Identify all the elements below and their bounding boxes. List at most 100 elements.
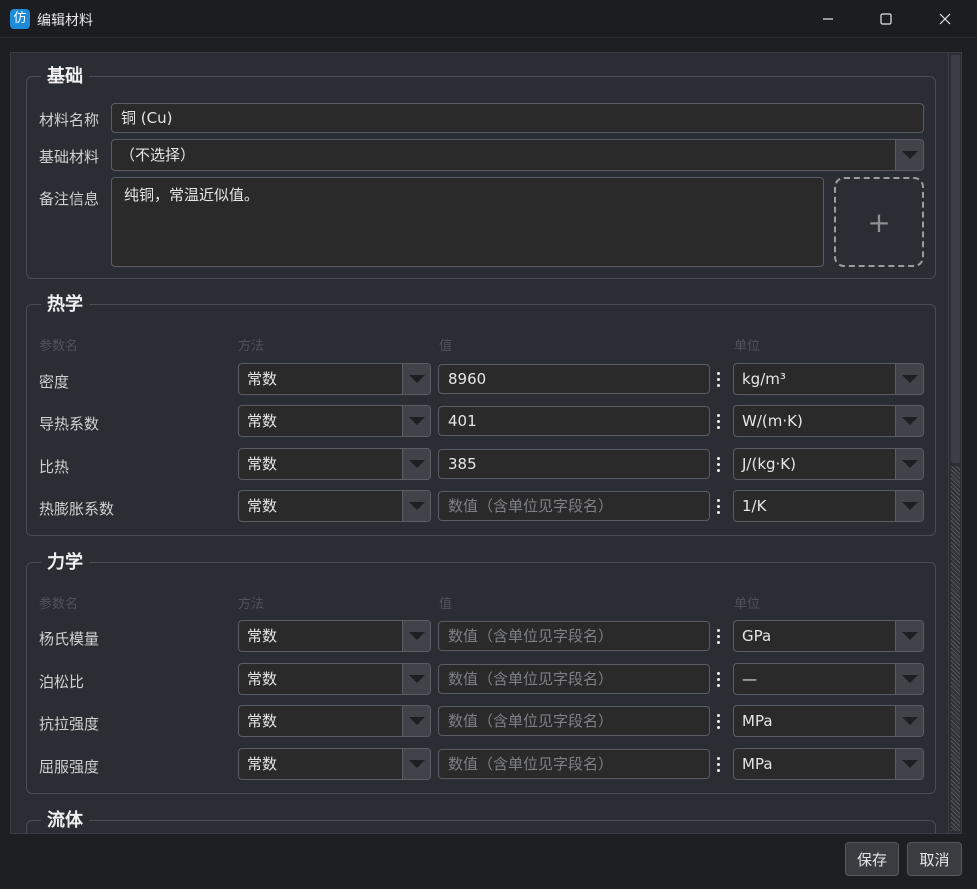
thermal-group-title: 热学 — [41, 290, 89, 316]
method-value: 常数 — [247, 670, 278, 688]
fluid-group: 流体 — [26, 806, 936, 833]
expansion-value-input[interactable]: 数值（含单位见字段名） — [438, 491, 710, 521]
youngs-modulus-label: 杨氏模量 — [39, 630, 100, 648]
yield-strength-unit-select[interactable]: MPa — [733, 748, 924, 780]
density-value-input[interactable]: 8960 — [438, 364, 710, 394]
tensile-strength-label: 抗拉强度 — [39, 715, 100, 733]
form-scroll-area: 基础 材料名称 铜 (Cu) 基础材料 （不选择） 备注信息 纯铜，常温近似值。… — [10, 52, 948, 834]
specific-heat-method-select[interactable]: 常数 — [238, 448, 431, 480]
specific-heat-label: 比热 — [39, 458, 70, 476]
mechanics-header-unit: 单位 — [734, 597, 761, 612]
density-unit-select[interactable]: kg/m³ — [733, 363, 924, 395]
base-material-select[interactable]: （不选择） — [111, 139, 924, 171]
base-material-label: 基础材料 — [39, 148, 100, 166]
dropdown-arrow-icon — [402, 449, 430, 479]
dropdown-arrow-icon — [895, 664, 923, 694]
dropdown-arrow-icon — [402, 491, 430, 521]
tensile-strength-unit-select[interactable]: MPa — [733, 705, 924, 737]
unit-value: MPa — [742, 712, 773, 730]
dropdown-arrow-icon — [402, 664, 430, 694]
mechanics-header-method: 方法 — [238, 597, 265, 612]
dropdown-arrow-icon — [895, 749, 923, 779]
dropdown-arrow-icon — [402, 621, 430, 651]
poisson-ratio-label: 泊松比 — [39, 673, 85, 691]
unit-value: W/(m·K) — [742, 412, 803, 430]
more-vertical-icon[interactable] — [711, 748, 725, 780]
method-value: 常数 — [247, 370, 278, 388]
conductivity-value-input[interactable]: 401 — [438, 406, 710, 436]
mechanics-header-value: 值 — [439, 597, 453, 612]
mechanics-header-param: 参数名 — [39, 597, 79, 612]
yield-strength-label: 屈服强度 — [39, 758, 100, 776]
expansion-method-select[interactable]: 常数 — [238, 490, 431, 522]
cancel-button[interactable]: 取消 — [907, 842, 962, 876]
save-button[interactable]: 保存 — [845, 842, 899, 876]
dropdown-arrow-icon — [895, 364, 923, 394]
more-vertical-icon[interactable] — [711, 490, 725, 522]
method-value: 常数 — [247, 755, 278, 773]
unit-value: — — [742, 670, 757, 688]
more-vertical-icon[interactable] — [711, 405, 725, 437]
more-vertical-icon[interactable] — [711, 620, 725, 652]
method-value: 常数 — [247, 497, 278, 515]
material-name-input[interactable]: 铜 (Cu) — [111, 103, 924, 133]
dropdown-arrow-icon — [402, 749, 430, 779]
unit-value: kg/m³ — [742, 370, 786, 388]
density-label: 密度 — [39, 373, 70, 391]
dropdown-arrow-icon — [402, 706, 430, 736]
conductivity-method-select[interactable]: 常数 — [238, 405, 431, 437]
note-textarea[interactable]: 纯铜，常温近似值。 — [111, 177, 824, 267]
specific-heat-unit-select[interactable]: J/(kg·K) — [733, 448, 924, 480]
fluid-group-title: 流体 — [41, 806, 89, 832]
method-value: 常数 — [247, 627, 278, 645]
minimize-button[interactable] — [805, 0, 851, 38]
youngs-modulus-value-input[interactable]: 数值（含单位见字段名） — [438, 621, 710, 651]
youngs-modulus-unit-select[interactable]: GPa — [733, 620, 924, 652]
plus-icon: + — [867, 205, 891, 239]
poisson-ratio-value-input[interactable]: 数值（含单位见字段名） — [438, 664, 710, 694]
conductivity-unit-select[interactable]: W/(m·K) — [733, 405, 924, 437]
minimize-icon — [823, 18, 833, 20]
more-vertical-icon[interactable] — [711, 363, 725, 395]
conductivity-label: 导热系数 — [39, 415, 100, 433]
yield-strength-value-input[interactable]: 数值（含单位见字段名） — [438, 749, 710, 779]
base-material-value: （不选择） — [120, 146, 196, 164]
unit-value: J/(kg·K) — [742, 455, 796, 473]
note-label: 备注信息 — [39, 190, 100, 208]
thermal-header-param: 参数名 — [39, 339, 79, 354]
poisson-ratio-method-select[interactable]: 常数 — [238, 663, 431, 695]
maximize-icon — [880, 13, 892, 25]
tensile-strength-method-select[interactable]: 常数 — [238, 705, 431, 737]
name-label: 材料名称 — [39, 111, 100, 129]
dropdown-arrow-icon — [402, 364, 430, 394]
more-vertical-icon[interactable] — [711, 705, 725, 737]
window-title: 编辑材料 — [37, 13, 93, 29]
scrollbar-track[interactable] — [951, 466, 960, 831]
dropdown-arrow-icon — [402, 406, 430, 436]
unit-value: GPa — [742, 627, 772, 645]
method-value: 常数 — [247, 712, 278, 730]
more-vertical-icon[interactable] — [711, 663, 725, 695]
dropdown-arrow-icon — [895, 491, 923, 521]
specific-heat-value-input[interactable]: 385 — [438, 449, 710, 479]
density-method-select[interactable]: 常数 — [238, 363, 431, 395]
scrollbar-thumb[interactable] — [951, 55, 960, 463]
method-value: 常数 — [247, 455, 278, 473]
more-vertical-icon[interactable] — [711, 448, 725, 480]
close-button[interactable] — [922, 0, 968, 38]
add-image-button[interactable]: + — [834, 177, 924, 267]
dropdown-arrow-icon — [895, 406, 923, 436]
dropdown-arrow-icon — [895, 449, 923, 479]
youngs-modulus-method-select[interactable]: 常数 — [238, 620, 431, 652]
yield-strength-method-select[interactable]: 常数 — [238, 748, 431, 780]
maximize-button[interactable] — [863, 0, 909, 38]
poisson-ratio-unit-select[interactable]: — — [733, 663, 924, 695]
title-bar: 仿 编辑材料 — [0, 0, 977, 38]
dropdown-arrow-icon — [895, 621, 923, 651]
basic-group-title: 基础 — [41, 62, 89, 88]
vertical-scrollbar[interactable] — [948, 52, 962, 834]
expansion-unit-select[interactable]: 1/K — [733, 490, 924, 522]
thermal-header-method: 方法 — [238, 339, 265, 354]
tensile-strength-value-input[interactable]: 数值（含单位见字段名） — [438, 706, 710, 736]
dropdown-arrow-icon — [895, 140, 923, 170]
